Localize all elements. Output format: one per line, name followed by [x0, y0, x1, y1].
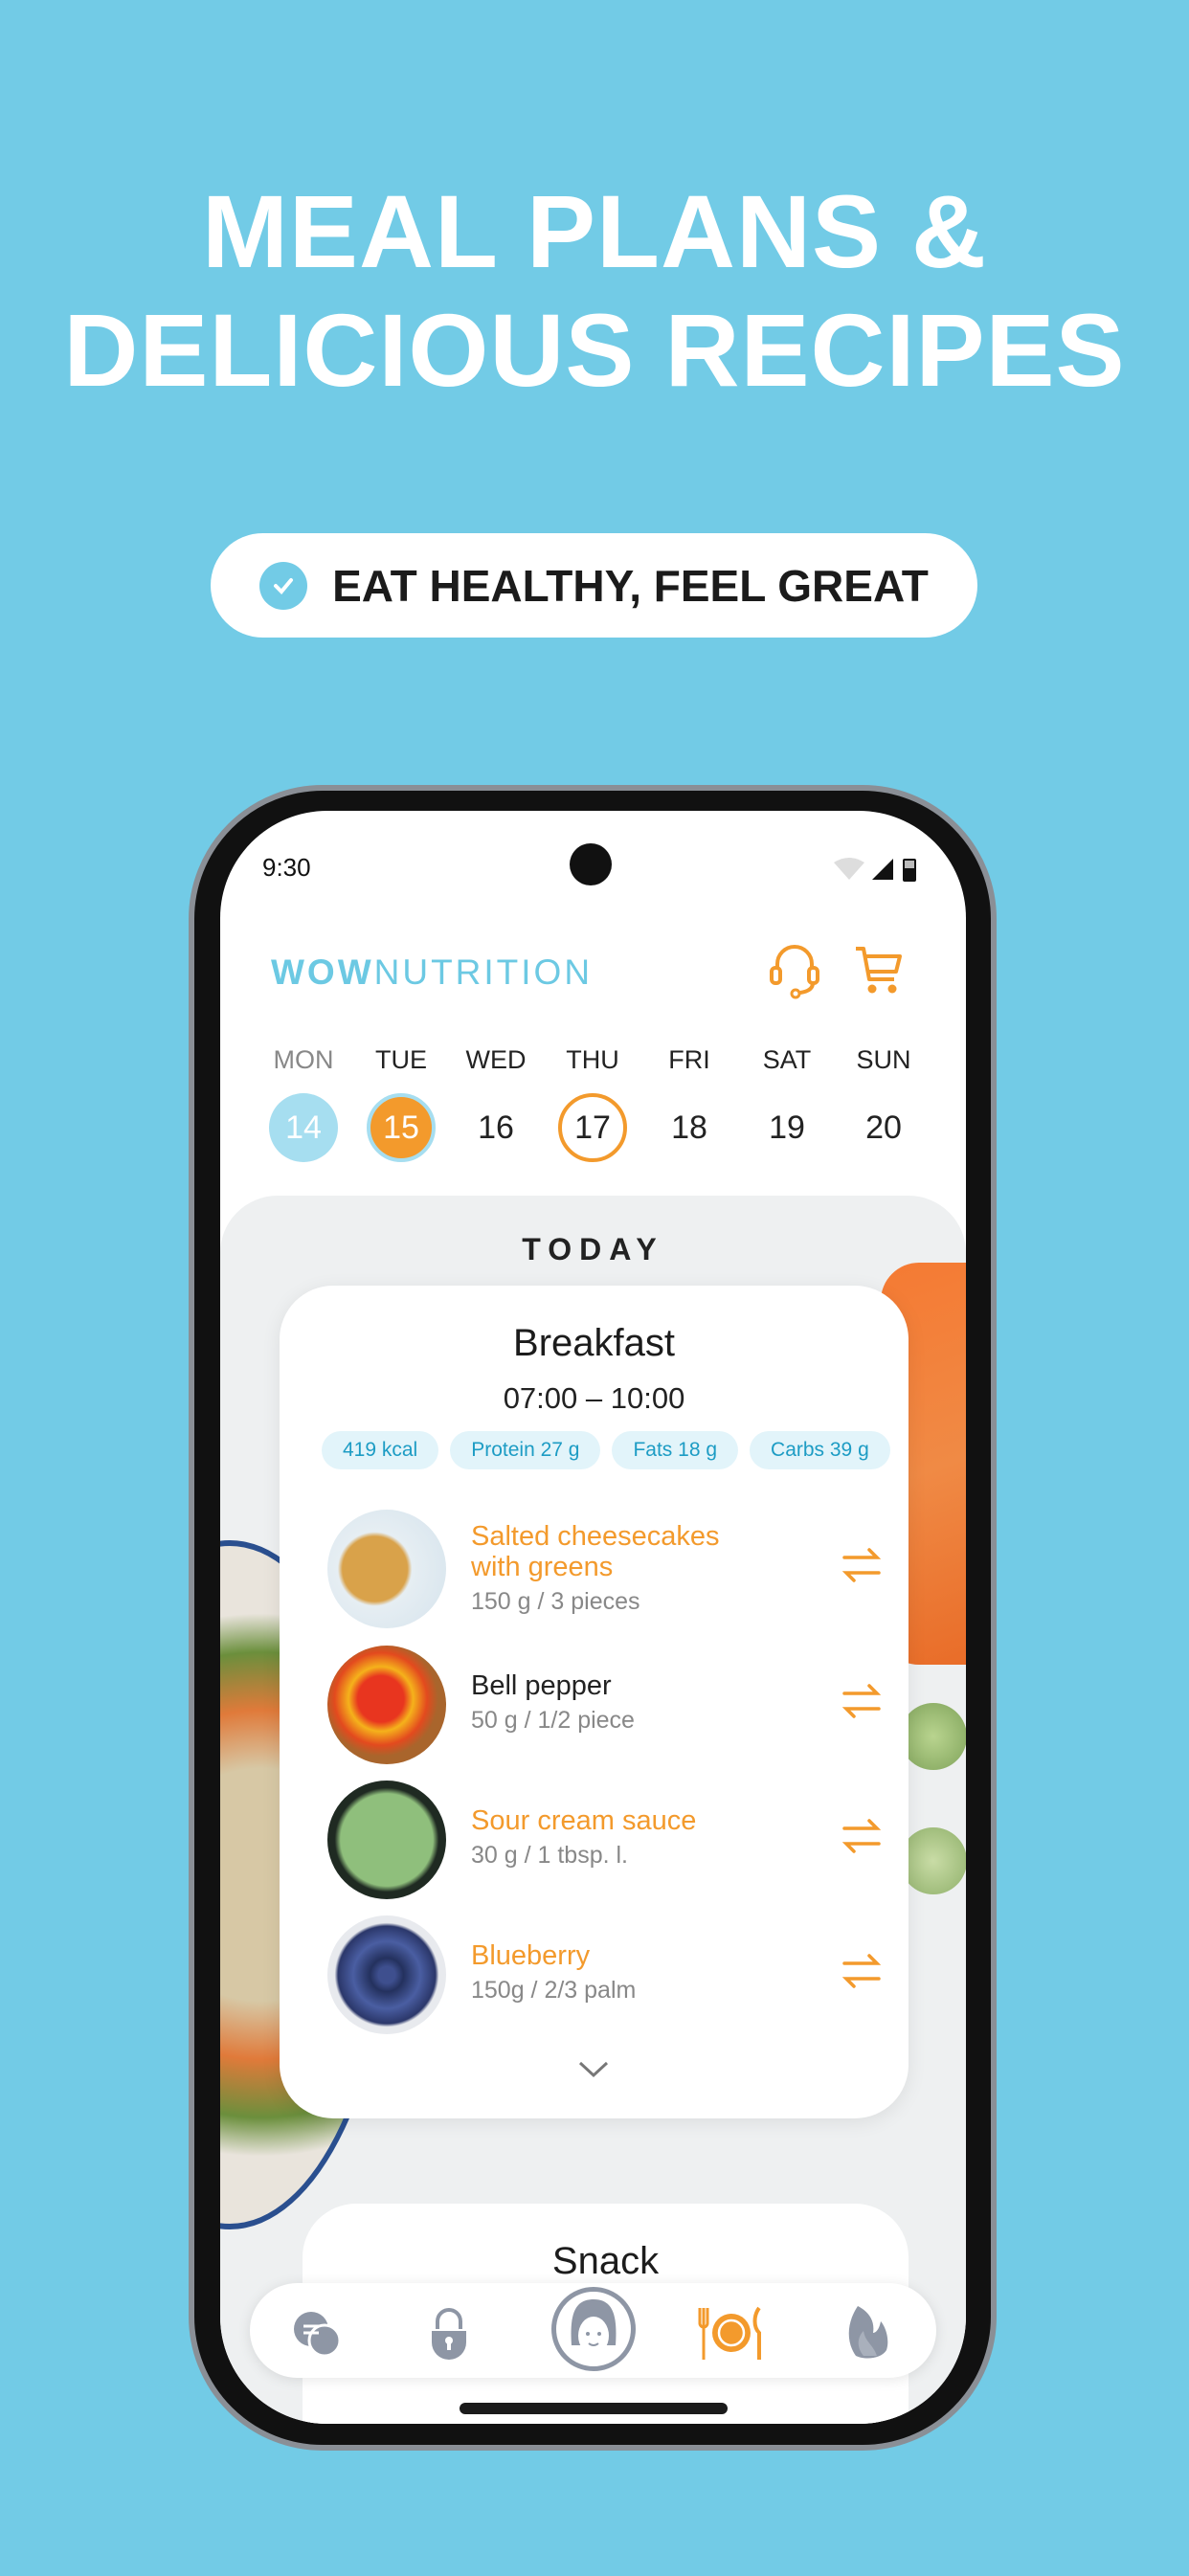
headset-icon	[770, 945, 819, 999]
swap-icon[interactable]	[841, 1815, 883, 1857]
day-number: 15	[367, 1093, 436, 1162]
today-label: TODAY	[522, 1232, 664, 1266]
day-number: 18	[671, 1109, 707, 1146]
item-name: Salted cheesecakes with greens	[471, 1521, 720, 1582]
meal-time: 07:00 – 10:00	[503, 1381, 685, 1415]
headline-line2: DELICIOUS RECIPES	[63, 292, 1126, 408]
day-number: 14	[269, 1093, 338, 1162]
meal-title: Snack	[551, 2240, 660, 2282]
day-name: WED	[465, 1045, 527, 1074]
meal-item[interactable]: Blueberry 150g / 2/3 palm	[327, 1915, 883, 2034]
lock-icon[interactable]	[428, 2306, 470, 2362]
swap-icon[interactable]	[841, 1544, 883, 1586]
cart-button[interactable]	[854, 945, 904, 1001]
day-name: THU	[566, 1045, 619, 1074]
day-fri[interactable]: FRI 18	[641, 1045, 737, 1146]
camera-cutout	[570, 843, 612, 885]
status-icons	[834, 855, 920, 886]
day-name: FRI	[668, 1045, 710, 1074]
sour-cream-sauce-image	[327, 1781, 446, 1899]
bottom-nav	[250, 2283, 936, 2378]
signal-icon	[872, 859, 893, 880]
app-logo: WOWNUTRITION	[271, 952, 593, 993]
day-number: 19	[769, 1109, 805, 1146]
bell-pepper-image	[327, 1646, 446, 1764]
day-name: TUE	[375, 1045, 427, 1074]
blueberry-image	[327, 1915, 446, 2034]
meal-plate-icon[interactable]	[696, 2306, 767, 2360]
item-name-line: Salted cheesecakes	[471, 1521, 720, 1552]
chip-protein: Protein 27 g	[450, 1431, 601, 1469]
day-sun[interactable]: SUN 20	[836, 1045, 931, 1146]
item-name: Sour cream sauce	[471, 1805, 697, 1836]
flame-icon[interactable]	[844, 2304, 890, 2360]
logo-light: NUTRITION	[373, 952, 594, 992]
status-time: 9:30	[262, 853, 311, 882]
day-number: 16	[478, 1109, 514, 1146]
profile-button[interactable]	[551, 2287, 636, 2371]
swap-icon[interactable]	[841, 1680, 883, 1722]
tagline-badge: EAT HEALTHY, FEEL GREAT	[211, 533, 977, 638]
item-quantity: 30 g / 1 tbsp. l.	[471, 1842, 628, 1869]
check-circle-icon	[259, 561, 308, 610]
tagline-text: EAT HEALTHY, FEEL GREAT	[332, 560, 929, 611]
home-indicator[interactable]	[460, 2403, 728, 2414]
support-button[interactable]	[769, 943, 820, 1005]
headline-line1: MEAL PLANS &	[201, 173, 988, 289]
day-number: 20	[865, 1109, 902, 1146]
meal-title: Breakfast	[513, 1322, 675, 1364]
swap-icon[interactable]	[841, 1950, 883, 1992]
day-mon[interactable]: MON 14	[256, 1045, 351, 1162]
day-name: MON	[273, 1045, 334, 1074]
profile-avatar-icon	[571, 2299, 617, 2355]
chevron-down-icon[interactable]	[576, 2059, 611, 2080]
day-name: SAT	[762, 1045, 812, 1074]
logo-bold: WOW	[271, 952, 374, 992]
chat-icon[interactable]	[290, 2310, 344, 2360]
meal-item[interactable]: Salted cheesecakes with greens 150 g / 3 …	[327, 1510, 883, 1628]
chip-carbs: Carbs 39 g	[750, 1431, 890, 1469]
day-tue[interactable]: TUE 15	[353, 1045, 449, 1162]
item-quantity: 150 g / 3 pieces	[471, 1588, 640, 1615]
phone-screen: 9:30 WOWNUTRITION MON 14 TUE 15 WED 16 THU 1…	[220, 811, 966, 2424]
item-quantity: 50 g / 1/2 piece	[471, 1707, 635, 1734]
brussels-sprout-image	[900, 1703, 966, 1770]
brussels-sprout-image	[900, 1827, 966, 1894]
item-quantity: 150g / 2/3 palm	[471, 1977, 637, 2004]
chip-kcal: 419 kcal	[322, 1431, 439, 1469]
wifi-icon	[834, 858, 864, 880]
cart-icon	[856, 947, 902, 994]
day-sat[interactable]: SAT 19	[739, 1045, 835, 1146]
day-thu[interactable]: THU 17	[545, 1045, 640, 1162]
item-name-line: with greens	[471, 1552, 614, 1582]
breakfast-card: Breakfast 07:00 – 10:00 419 kcal Protein…	[280, 1286, 909, 2118]
item-name: Blueberry	[471, 1940, 591, 1971]
nutrition-chips: 419 kcal Protein 27 g Fats 18 g Carbs 39…	[322, 1431, 890, 1469]
cheesecakes-image	[327, 1510, 446, 1628]
item-name: Bell pepper	[471, 1670, 612, 1701]
headline: MEAL PLANS & DELICIOUS RECIPES	[0, 172, 1189, 410]
day-name: SUN	[856, 1045, 911, 1074]
meal-item[interactable]: Bell pepper 50 g / 1/2 piece	[327, 1646, 883, 1764]
chip-fats: Fats 18 g	[612, 1431, 739, 1469]
food-background: TODAY Breakfast 07:00 – 10:00 419 kcal P…	[220, 1196, 966, 2424]
day-wed[interactable]: WED 16	[448, 1045, 544, 1146]
day-number: 17	[558, 1093, 627, 1162]
meal-item[interactable]: Sour cream sauce 30 g / 1 tbsp. l.	[327, 1781, 883, 1899]
